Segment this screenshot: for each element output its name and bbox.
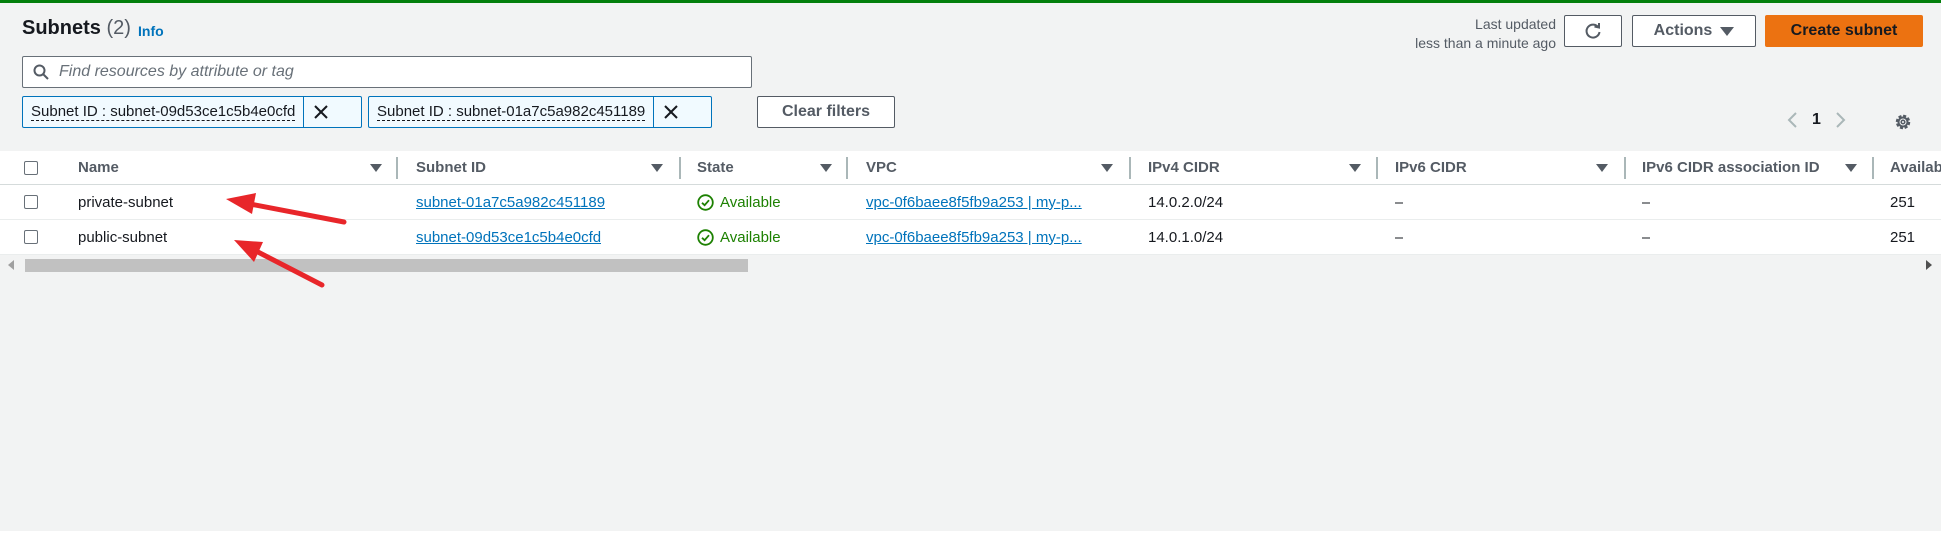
state-text: Available — [720, 193, 781, 211]
actions-label: Actions — [1653, 22, 1713, 39]
search-bar — [22, 56, 752, 88]
last-updated-label: Last updated — [1475, 16, 1556, 32]
column-header-subnet-id[interactable]: Subnet ID — [416, 151, 486, 184]
column-header-state[interactable]: State — [697, 151, 734, 184]
column-header-available-ips[interactable]: Availab — [1890, 151, 1941, 184]
column-header-ipv6-association[interactable]: IPv6 CIDR association ID — [1642, 151, 1820, 184]
info-link[interactable]: Info — [138, 23, 164, 39]
page-title: Subnets (2) — [22, 17, 131, 40]
clear-filters-button[interactable]: Clear filters — [757, 96, 895, 128]
pagination: 1 — [1786, 111, 1847, 129]
search-input[interactable] — [59, 63, 719, 81]
sort-caret-icon[interactable] — [1101, 164, 1113, 172]
subnet-id-link[interactable]: subnet-09d53ce1c5b4e0cfd — [416, 220, 601, 254]
subnet-name: public-subnet — [78, 228, 168, 246]
subnets-panel: Subnets (2) Info Last updated less than … — [0, 3, 1941, 531]
refresh-button[interactable] — [1564, 15, 1622, 47]
column-header-ipv4-cidr[interactable]: IPv4 CIDR — [1148, 151, 1220, 184]
sort-caret-icon[interactable] — [820, 164, 832, 172]
column-resizer[interactable] — [1872, 157, 1874, 179]
scrollbar-thumb[interactable] — [25, 259, 748, 272]
subnets-table: Name Subnet ID State VPC IPv4 CIDR IPv6 … — [0, 151, 1941, 255]
filter-token-2: Subnet ID : subnet-01a7c5a982c451189 — [368, 96, 712, 128]
ipv6-cidr: – — [1395, 228, 1404, 246]
sort-caret-icon[interactable] — [1845, 164, 1857, 172]
chevron-left-icon[interactable] — [1786, 111, 1798, 129]
state-text: Available — [720, 228, 781, 246]
table-row[interactable]: public-subnet subnet-09d53ce1c5b4e0cfd A… — [0, 220, 1941, 255]
close-icon — [314, 105, 328, 119]
check-circle-icon — [697, 193, 714, 211]
sort-caret-icon[interactable] — [1596, 164, 1608, 172]
horizontal-scrollbar[interactable] — [0, 255, 1941, 273]
create-subnet-label: Create subnet — [1790, 22, 1898, 39]
column-resizer[interactable] — [1129, 157, 1131, 179]
caret-down-icon — [1720, 26, 1735, 36]
sort-caret-icon[interactable] — [1349, 164, 1361, 172]
column-header-vpc[interactable]: VPC — [866, 151, 897, 184]
last-updated-time: less than a minute ago — [1415, 35, 1556, 51]
subnet-id-link[interactable]: subnet-01a7c5a982c451189 — [416, 185, 605, 219]
select-all-checkbox[interactable] — [24, 161, 38, 175]
remove-filter-button[interactable] — [653, 97, 687, 127]
gear-icon[interactable] — [1893, 112, 1913, 132]
close-icon — [664, 105, 678, 119]
search-icon — [33, 64, 49, 80]
page-title-text: Subnets — [22, 17, 101, 39]
page-number[interactable]: 1 — [1812, 111, 1821, 129]
clear-filters-label: Clear filters — [781, 103, 871, 120]
table-header-row: Name Subnet ID State VPC IPv4 CIDR IPv6 … — [0, 151, 1941, 185]
column-resizer[interactable] — [396, 157, 398, 179]
ipv4-cidr: 14.0.2.0/24 — [1148, 193, 1224, 211]
ipv6-association-id: – — [1642, 193, 1651, 211]
table-row[interactable]: private-subnet subnet-01a7c5a982c451189 … — [0, 185, 1941, 220]
actions-dropdown[interactable]: Actions — [1632, 15, 1756, 47]
column-resizer[interactable] — [1624, 157, 1626, 179]
resource-count: (2) — [106, 17, 131, 39]
column-header-name[interactable]: Name — [78, 151, 119, 184]
column-resizer[interactable] — [846, 157, 848, 179]
available-ips: 251 — [1890, 228, 1916, 246]
available-ips: 251 — [1890, 193, 1916, 211]
sort-caret-icon[interactable] — [651, 164, 663, 172]
ipv6-association-id: – — [1642, 228, 1651, 246]
remove-filter-button[interactable] — [303, 97, 337, 127]
chevron-right-icon[interactable] — [1835, 111, 1847, 129]
filter-token-1: Subnet ID : subnet-09d53ce1c5b4e0cfd — [22, 96, 362, 128]
ipv4-cidr: 14.0.1.0/24 — [1148, 228, 1224, 246]
scroll-right-arrow-icon[interactable] — [1926, 260, 1932, 270]
state-cell: Available — [697, 185, 781, 219]
check-circle-icon — [697, 228, 714, 246]
state-cell: Available — [697, 220, 781, 254]
sort-caret-icon[interactable] — [370, 164, 382, 172]
create-subnet-button[interactable]: Create subnet — [1765, 15, 1923, 47]
column-header-ipv6-cidr[interactable]: IPv6 CIDR — [1395, 151, 1467, 184]
vpc-link[interactable]: vpc-0f6baee8f5fb9a253 | my-p... — [866, 185, 1082, 219]
filter-token-label[interactable]: Subnet ID : subnet-01a7c5a982c451189 — [369, 97, 653, 127]
vpc-link[interactable]: vpc-0f6baee8f5fb9a253 | my-p... — [866, 220, 1082, 254]
column-resizer[interactable] — [679, 157, 681, 179]
ipv6-cidr: – — [1395, 193, 1404, 211]
last-updated: Last updated less than a minute ago — [1415, 15, 1556, 53]
refresh-icon — [1585, 23, 1601, 39]
column-resizer[interactable] — [1376, 157, 1378, 179]
row-checkbox[interactable] — [24, 195, 38, 209]
filter-token-label[interactable]: Subnet ID : subnet-09d53ce1c5b4e0cfd — [23, 97, 303, 127]
row-checkbox[interactable] — [24, 230, 38, 244]
subnet-name: private-subnet — [78, 193, 174, 211]
scroll-left-arrow-icon[interactable] — [8, 260, 14, 270]
